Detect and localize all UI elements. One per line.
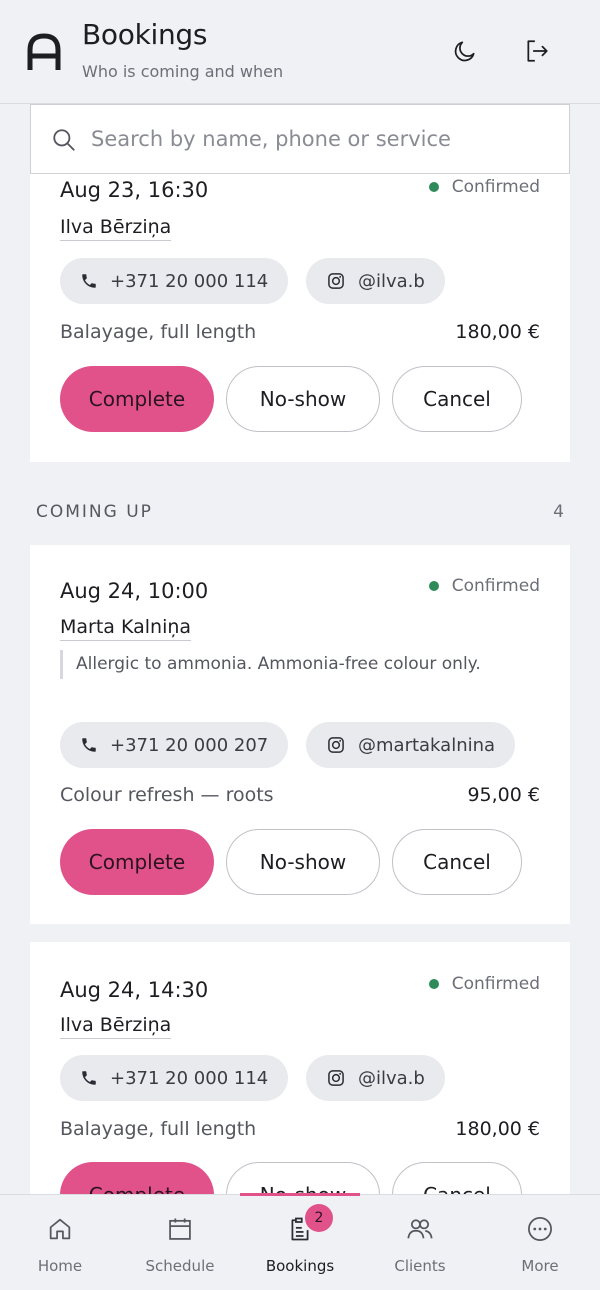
phone-number: +371 20 000 114 — [110, 270, 269, 292]
instagram-chip[interactable]: @ilva.b — [306, 258, 445, 304]
logout-icon — [527, 40, 548, 62]
service-price: 95,00 € — [467, 784, 540, 806]
app-header: Bookings Who is coming and when — [0, 0, 600, 104]
complete-button[interactable]: Complete — [60, 366, 214, 432]
phone-chip[interactable]: +371 20 000 207 — [60, 722, 289, 768]
instagram-icon — [328, 1070, 344, 1086]
booking-date: Aug 23, 16:30 — [60, 178, 209, 202]
no-show-button[interactable]: No-show — [226, 829, 380, 895]
status-badge: Confirmed — [428, 177, 540, 197]
home-icon — [49, 1218, 71, 1240]
search-input[interactable] — [91, 105, 561, 172]
phone-icon — [82, 738, 96, 752]
status-dot-icon — [428, 182, 439, 192]
tab-clients[interactable]: Clients — [360, 1195, 480, 1290]
bookings-list[interactable]: Aug 23, 16:30 Confirmed Ilva Bērziņa +37… — [0, 104, 600, 1194]
phone-number: +371 20 000 114 — [110, 1067, 269, 1089]
tab-label: Clients — [394, 1257, 446, 1275]
status-badge: Confirmed — [428, 576, 540, 596]
section-count: 4 — [553, 502, 564, 522]
status-badge: Confirmed — [428, 974, 540, 994]
status-label: Confirmed — [451, 177, 540, 197]
instagram-handle: @ilva.b — [358, 270, 425, 292]
phone-number: +371 20 000 207 — [110, 734, 269, 756]
phone-chip[interactable]: +371 20 000 114 — [60, 1055, 289, 1101]
instagram-icon — [328, 737, 344, 753]
status-dot-icon — [428, 979, 439, 989]
no-show-button[interactable]: No-show — [226, 1162, 380, 1194]
page-title: Bookings — [82, 18, 208, 51]
moon-icon — [454, 41, 475, 62]
instagram-handle: @ilva.b — [358, 1067, 425, 1089]
active-tab-indicator — [240, 1193, 360, 1196]
status-label: Confirmed — [451, 576, 540, 596]
service-name: Colour refresh — roots — [60, 784, 274, 806]
tab-label: Home — [37, 1257, 83, 1275]
logout-button[interactable] — [520, 34, 554, 68]
client-name-link[interactable]: Ilva Bērziņa — [60, 216, 172, 241]
booking-date: Aug 24, 10:00 — [60, 579, 209, 603]
cancel-button[interactable]: Cancel — [392, 1162, 522, 1194]
complete-button[interactable]: Complete — [60, 1162, 214, 1194]
service-price: 180,00 € — [455, 1118, 540, 1140]
calendar-icon — [169, 1218, 191, 1240]
tab-bookings[interactable]: 2 Bookings — [240, 1193, 360, 1290]
tab-schedule[interactable]: Schedule — [120, 1195, 240, 1290]
cancel-button[interactable]: Cancel — [392, 366, 522, 432]
instagram-chip[interactable]: @ilva.b — [306, 1055, 445, 1101]
tab-label: Schedule — [145, 1257, 215, 1275]
client-name-link[interactable]: Ilva Bērziņa — [60, 1014, 172, 1039]
search-bar — [30, 104, 570, 174]
tab-label: Bookings — [265, 1257, 335, 1275]
service-price: 180,00 € — [455, 321, 540, 343]
instagram-icon — [328, 273, 344, 289]
app-logo-icon — [27, 33, 61, 70]
tab-label: More — [521, 1257, 559, 1275]
status-label: Confirmed — [451, 974, 540, 994]
service-name: Balayage, full length — [60, 321, 257, 343]
tab-more[interactable]: More — [480, 1195, 600, 1290]
phone-chip[interactable]: +371 20 000 114 — [60, 258, 289, 304]
instagram-chip[interactable]: @martakalnina — [306, 722, 516, 768]
more-icon — [528, 1217, 552, 1241]
instagram-handle: @martakalnina — [358, 734, 496, 756]
no-show-button[interactable]: No-show — [226, 366, 380, 432]
search-icon — [53, 129, 75, 151]
phone-icon — [82, 274, 96, 288]
bottom-tab-bar: Home Schedule 2 Bookings Clients More — [0, 1193, 600, 1290]
tab-home[interactable]: Home — [0, 1195, 120, 1290]
cancel-button[interactable]: Cancel — [392, 829, 522, 895]
booking-card: Aug 24, 14:30 Confirmed Ilva Bērziņa +37… — [30, 942, 570, 1194]
booking-card: Aug 24, 10:00 Confirmed Marta Kalniņa Al… — [30, 545, 570, 924]
bookings-count-badge: 2 — [305, 1204, 333, 1232]
users-icon — [407, 1219, 433, 1239]
service-name: Balayage, full length — [60, 1118, 257, 1140]
complete-button[interactable]: Complete — [60, 829, 214, 895]
booking-date: Aug 24, 14:30 — [60, 978, 209, 1002]
client-name-link[interactable]: Marta Kalniņa — [60, 616, 192, 641]
status-dot-icon — [428, 581, 439, 591]
dark-mode-button[interactable] — [448, 34, 482, 68]
client-note: Allergic to ammonia. Ammonia-free colour… — [60, 650, 520, 679]
page-subtitle: Who is coming and when — [82, 62, 284, 81]
section-heading: COMING UP — [36, 502, 153, 522]
phone-icon — [82, 1071, 96, 1085]
